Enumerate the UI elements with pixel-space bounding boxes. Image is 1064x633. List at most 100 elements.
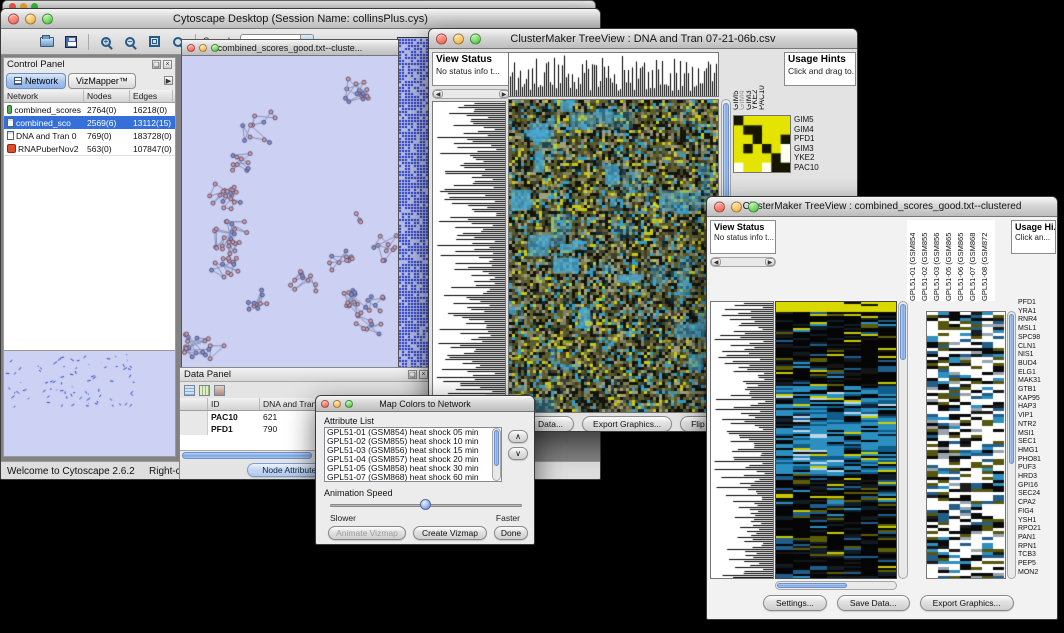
data-panel-close-button[interactable]: × <box>419 370 428 379</box>
close-button[interactable] <box>436 33 447 44</box>
tab-network[interactable]: Network <box>6 73 66 89</box>
dialog-titlebar[interactable]: Map Colors to Network <box>316 396 534 412</box>
row-dendrogram-canvas[interactable] <box>711 302 773 578</box>
gene-label[interactable]: KAP95 <box>1018 395 1058 404</box>
gene-label[interactable]: MSL1 <box>1018 325 1058 334</box>
done-button[interactable]: Done <box>494 526 528 540</box>
network-overview-canvas[interactable] <box>4 351 175 456</box>
gene-label[interactable]: PUF3 <box>1018 464 1058 473</box>
scroll-right-arrow[interactable]: ▶ <box>765 258 775 266</box>
scroll-thumb[interactable] <box>182 452 312 459</box>
dendrogram-hscrollbar[interactable]: ◀ ▶ <box>710 257 776 267</box>
zoom-in-button[interactable]: + <box>96 32 116 52</box>
zoom-button[interactable] <box>470 33 481 44</box>
attribute-listbox[interactable]: GPL51-01 (GSM854) heat shock 05 minGPL51… <box>324 427 502 482</box>
zoom-fit-button[interactable] <box>144 32 164 52</box>
gene-label[interactable]: SEC24 <box>1018 490 1058 499</box>
slider-thumb[interactable] <box>420 499 431 510</box>
export-graphics-button[interactable]: Export Graphics... <box>582 416 672 432</box>
main-titlebar[interactable]: Cytoscape Desktop (Session Name: collins… <box>1 9 600 29</box>
gene-label[interactable]: NTR2 <box>1018 421 1058 430</box>
network-window-titlebar[interactable]: combined_scores_good.txt--cluste... <box>182 40 398 56</box>
gene-label[interactable]: RPO21 <box>1018 525 1058 534</box>
export-graphics-button[interactable]: Export Graphics... <box>920 595 1014 611</box>
gene-label[interactable]: PAN1 <box>1018 534 1058 543</box>
network-row[interactable]: RNAPuberNov2 563(0) 107847(0) <box>4 142 175 155</box>
heatmap-vscrollbar[interactable] <box>898 301 908 579</box>
gene-label[interactable]: HMG1 <box>1018 447 1058 456</box>
close-button[interactable] <box>321 400 329 408</box>
zoom-out-button[interactable]: − <box>120 32 140 52</box>
gene-label[interactable]: GTB1 <box>1018 386 1058 395</box>
summary-heatmap-canvas[interactable] <box>734 116 790 172</box>
tab-overflow-button[interactable]: ▶ <box>164 76 173 85</box>
heatmap-canvas[interactable] <box>509 100 718 412</box>
scroll-thumb[interactable] <box>723 103 729 198</box>
scroll-thumb[interactable] <box>494 430 499 466</box>
gene-label[interactable]: SPC98 <box>1018 334 1058 343</box>
gene-label[interactable]: PFD1 <box>1018 299 1058 308</box>
zoom-button[interactable] <box>345 400 353 408</box>
column-header-nodes[interactable]: Nodes <box>84 90 130 102</box>
minimize-button[interactable] <box>453 33 464 44</box>
settings-button[interactable]: Settings... <box>763 595 827 611</box>
column-header-edges[interactable]: Edges <box>130 90 173 102</box>
gene-label[interactable]: PHO81 <box>1018 456 1058 465</box>
move-down-button[interactable]: ∨ <box>508 447 528 460</box>
float-panel-button[interactable]: ❑ <box>152 60 161 69</box>
gene-label[interactable]: TCB3 <box>1018 551 1058 560</box>
animation-speed-slider[interactable] <box>330 499 522 511</box>
data-panel-float-button[interactable]: ❑ <box>408 370 417 379</box>
treeview-dna-titlebar[interactable]: ClusterMaker TreeView : DNA and Tran 07-… <box>429 29 857 49</box>
delete-attribute-button[interactable] <box>214 385 225 396</box>
scroll-thumb[interactable] <box>777 583 847 588</box>
tab-vizmapper[interactable]: VizMapper™ <box>68 73 136 89</box>
zoom-heatmap-canvas[interactable] <box>927 312 1005 578</box>
minimize-button[interactable] <box>25 13 36 24</box>
scroll-left-arrow[interactable]: ◀ <box>711 258 721 266</box>
network-row-selected[interactable]: combined_sco 2569(6) 13112(15) <box>4 116 175 129</box>
save-data-button[interactable]: Save Data... <box>837 595 910 611</box>
heatmap-hscrollbar[interactable] <box>775 581 897 590</box>
zoom-button[interactable] <box>748 201 759 212</box>
gene-label[interactable]: YSH1 <box>1018 517 1058 526</box>
gene-label[interactable]: HRD3 <box>1018 473 1058 482</box>
gene-label[interactable]: GPI16 <box>1018 482 1058 491</box>
network-row[interactable]: combined_scores 2764(0) 16218(0) <box>4 103 175 116</box>
close-panel-button[interactable]: × <box>163 60 172 69</box>
global-heatmap-canvas[interactable] <box>776 302 896 578</box>
gene-label[interactable]: MSI1 <box>1018 430 1058 439</box>
network-canvas[interactable] <box>182 56 398 372</box>
close-button[interactable] <box>714 201 725 212</box>
gene-label[interactable]: MON2 <box>1018 569 1058 578</box>
gene-label[interactable]: YRA1 <box>1018 308 1058 317</box>
row-selector-header[interactable] <box>180 398 208 410</box>
gene-label[interactable]: SEC1 <box>1018 438 1058 447</box>
gene-label[interactable]: MAK31 <box>1018 377 1058 386</box>
scroll-left-arrow[interactable]: ◀ <box>433 90 443 98</box>
treeview-combined-titlebar[interactable]: ClusterMaker TreeView : combined_scores_… <box>707 197 1057 217</box>
gene-label[interactable]: HAP3 <box>1018 403 1058 412</box>
close-button[interactable] <box>8 13 19 24</box>
minimize-button[interactable] <box>333 400 341 408</box>
data-panel-titlebar[interactable]: Data Panel ❑ × <box>180 368 432 382</box>
gene-label[interactable]: BUD4 <box>1018 360 1058 369</box>
gene-label[interactable]: FIG4 <box>1018 508 1058 517</box>
dendrogram-hscrollbar[interactable]: ◀ ▶ <box>432 89 510 99</box>
minimize-button[interactable] <box>731 201 742 212</box>
minimize-button[interactable] <box>199 44 207 52</box>
attribute-list-scrollbar[interactable] <box>492 428 501 481</box>
scroll-thumb[interactable] <box>1009 314 1014 464</box>
zoom-vscrollbar[interactable] <box>1007 311 1016 579</box>
close-button[interactable] <box>187 44 195 52</box>
select-attributes-button[interactable] <box>184 385 195 396</box>
open-session-button[interactable] <box>37 32 57 52</box>
scroll-thumb[interactable] <box>900 304 906 360</box>
column-header-network[interactable]: Network <box>4 90 84 102</box>
attribute-list-item[interactable]: GPL51-07 (GSM868) heat shock 60 min <box>325 473 501 482</box>
row-dendrogram-canvas[interactable] <box>433 102 505 412</box>
move-up-button[interactable]: ∧ <box>508 430 528 443</box>
column-dendrogram-canvas[interactable] <box>509 53 718 96</box>
column-header-id[interactable]: ID <box>208 398 260 410</box>
save-session-button[interactable] <box>61 32 81 52</box>
